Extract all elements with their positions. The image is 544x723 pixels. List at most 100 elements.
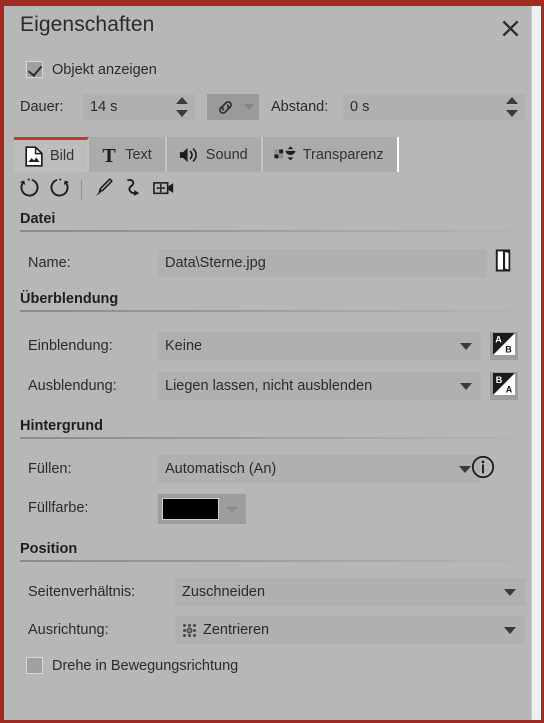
align-center-grid-icon: [183, 623, 196, 637]
file-name-input[interactable]: Data\Sterne.jpg: [158, 249, 487, 277]
show-object-row[interactable]: Objekt anzeigen: [26, 61, 157, 78]
text-t-icon: T: [100, 145, 118, 165]
tabbar: Bild T Text Sound Transparenz: [14, 137, 399, 172]
fill-info-button[interactable]: [470, 455, 496, 484]
section-rule: [20, 437, 516, 439]
distance-value: 0 s: [350, 99, 370, 115]
window-frame: Eigenschaften Objekt anzeigen Dauer: 14 …: [0, 0, 544, 723]
close-button[interactable]: [498, 16, 522, 40]
fill-color-swatch: [162, 498, 219, 520]
browse-file-button[interactable]: [490, 249, 516, 277]
file-name-row: Name: Data\Sterne.jpg: [20, 249, 520, 277]
duration-label: Dauer:: [20, 99, 64, 115]
section-ueberblendung-header: Überblendung: [20, 291, 516, 312]
section-title: Position: [20, 541, 78, 557]
stepper-up-icon: [175, 97, 188, 104]
chevron-down-icon: [226, 507, 238, 513]
chevron-down-icon: [504, 589, 516, 596]
titlebar: Eigenschaften: [4, 6, 531, 50]
rotate-along-path-checkbox[interactable]: [26, 657, 43, 674]
rotate-right-button[interactable]: [46, 177, 73, 203]
section-rule: [20, 560, 516, 562]
properties-panel: Eigenschaften Objekt anzeigen Dauer: 14 …: [4, 6, 541, 720]
pan-camera-button[interactable]: [150, 177, 177, 203]
stepper-down-icon: [175, 110, 188, 117]
rotate-along-path-label: Drehe in Bewegungsrichtung: [52, 657, 239, 674]
fill-color-row: Füllfarbe:: [20, 494, 525, 524]
tab-bild[interactable]: Bild: [14, 137, 90, 172]
distance-stepper[interactable]: [505, 97, 518, 117]
folder-browse-icon: [493, 249, 513, 277]
distance-input[interactable]: 0 s: [343, 94, 525, 120]
stepper-up-icon: [505, 97, 518, 104]
fade-out-settings-button[interactable]: B A: [490, 372, 518, 400]
fade-in-select[interactable]: Keine: [158, 332, 481, 360]
link-duration-button[interactable]: [207, 94, 259, 120]
motion-path-button[interactable]: [120, 177, 147, 203]
timing-row: Dauer: 14 s Abstand: 0 s: [20, 94, 525, 120]
distance-label: Abstand:: [271, 99, 329, 115]
svg-text:A: A: [506, 384, 513, 394]
image-file-icon: [25, 145, 43, 167]
tab-label: Bild: [50, 148, 75, 164]
tab-sound[interactable]: Sound: [166, 137, 263, 172]
tab-transparenz[interactable]: Transparenz: [262, 137, 399, 172]
fill-select[interactable]: Automatisch (An): [158, 455, 480, 483]
fill-color-picker[interactable]: [158, 494, 246, 524]
show-object-checkbox[interactable]: [26, 61, 43, 78]
fade-in-settings-button[interactable]: A B: [490, 332, 518, 360]
aspect-ratio-label: Seitenverhältnis:: [28, 584, 136, 600]
fill-label: Füllen:: [28, 461, 72, 477]
tab-text[interactable]: T Text: [89, 137, 167, 172]
file-name-label: Name:: [28, 255, 71, 271]
alignment-value: Zentrieren: [203, 622, 270, 638]
fill-color-label: Füllfarbe:: [28, 500, 89, 516]
fill-row: Füllen: Automatisch (An): [20, 455, 525, 483]
duration-value: 14 s: [90, 99, 118, 115]
section-title: Datei: [20, 211, 56, 227]
info-circle-icon: [471, 455, 495, 484]
stepper-down-icon: [505, 110, 518, 117]
alignment-select[interactable]: Zentrieren: [175, 616, 525, 644]
section-rule: [20, 310, 516, 312]
duration-input[interactable]: 14 s: [83, 94, 195, 120]
chevron-down-icon: [460, 383, 472, 390]
aspect-ratio-value: Zuschneiden: [182, 584, 266, 600]
motion-path-icon: [123, 177, 144, 203]
toolstrip: [16, 176, 177, 204]
svg-text:A: A: [495, 334, 502, 344]
rotate-along-path-row[interactable]: Drehe in Bewegungsrichtung: [26, 657, 238, 674]
section-position-header: Position: [20, 541, 516, 562]
svg-text:B: B: [505, 344, 512, 354]
chain-link-icon: [215, 97, 236, 118]
svg-text:T: T: [103, 145, 117, 165]
fade-in-row: Einblendung: Keine A B: [20, 332, 525, 360]
duration-stepper[interactable]: [175, 97, 188, 117]
fade-in-value: Keine: [165, 338, 203, 354]
pan-camera-icon: [152, 179, 175, 202]
vertical-scrollbar[interactable]: [531, 6, 541, 720]
section-rule: [20, 230, 516, 232]
tab-label: Transparenz: [302, 146, 384, 163]
section-title: Hintergrund: [20, 418, 103, 434]
panel-content: Eigenschaften Objekt anzeigen Dauer: 14 …: [4, 6, 531, 720]
chevron-down-icon: [460, 343, 472, 350]
rotate-left-button[interactable]: [16, 177, 43, 203]
svg-text:B: B: [496, 374, 503, 384]
aspect-ratio-select[interactable]: Zuschneiden: [175, 578, 525, 606]
chevron-down-icon: [504, 627, 516, 634]
fade-out-select[interactable]: Liegen lassen, nicht ausblenden: [158, 372, 481, 400]
section-hintergrund-header: Hintergrund: [20, 418, 516, 439]
fade-out-row: Ausblendung: Liegen lassen, nicht ausble…: [20, 372, 525, 400]
file-name-value: Data\Sterne.jpg: [165, 255, 266, 271]
tab-label: Text: [125, 146, 152, 163]
section-title: Überblendung: [20, 291, 119, 307]
fade-in-label: Einblendung:: [28, 338, 113, 354]
chevron-down-icon: [244, 104, 254, 110]
show-object-label: Objekt anzeigen: [52, 61, 157, 78]
toolstrip-separator: [81, 180, 82, 200]
brush-button[interactable]: [90, 177, 117, 203]
transparency-icon: [274, 145, 296, 164]
aspect-ratio-row: Seitenverhältnis: Zuschneiden: [20, 578, 525, 606]
alignment-row: Ausrichtung: Zentrieren: [20, 616, 525, 644]
